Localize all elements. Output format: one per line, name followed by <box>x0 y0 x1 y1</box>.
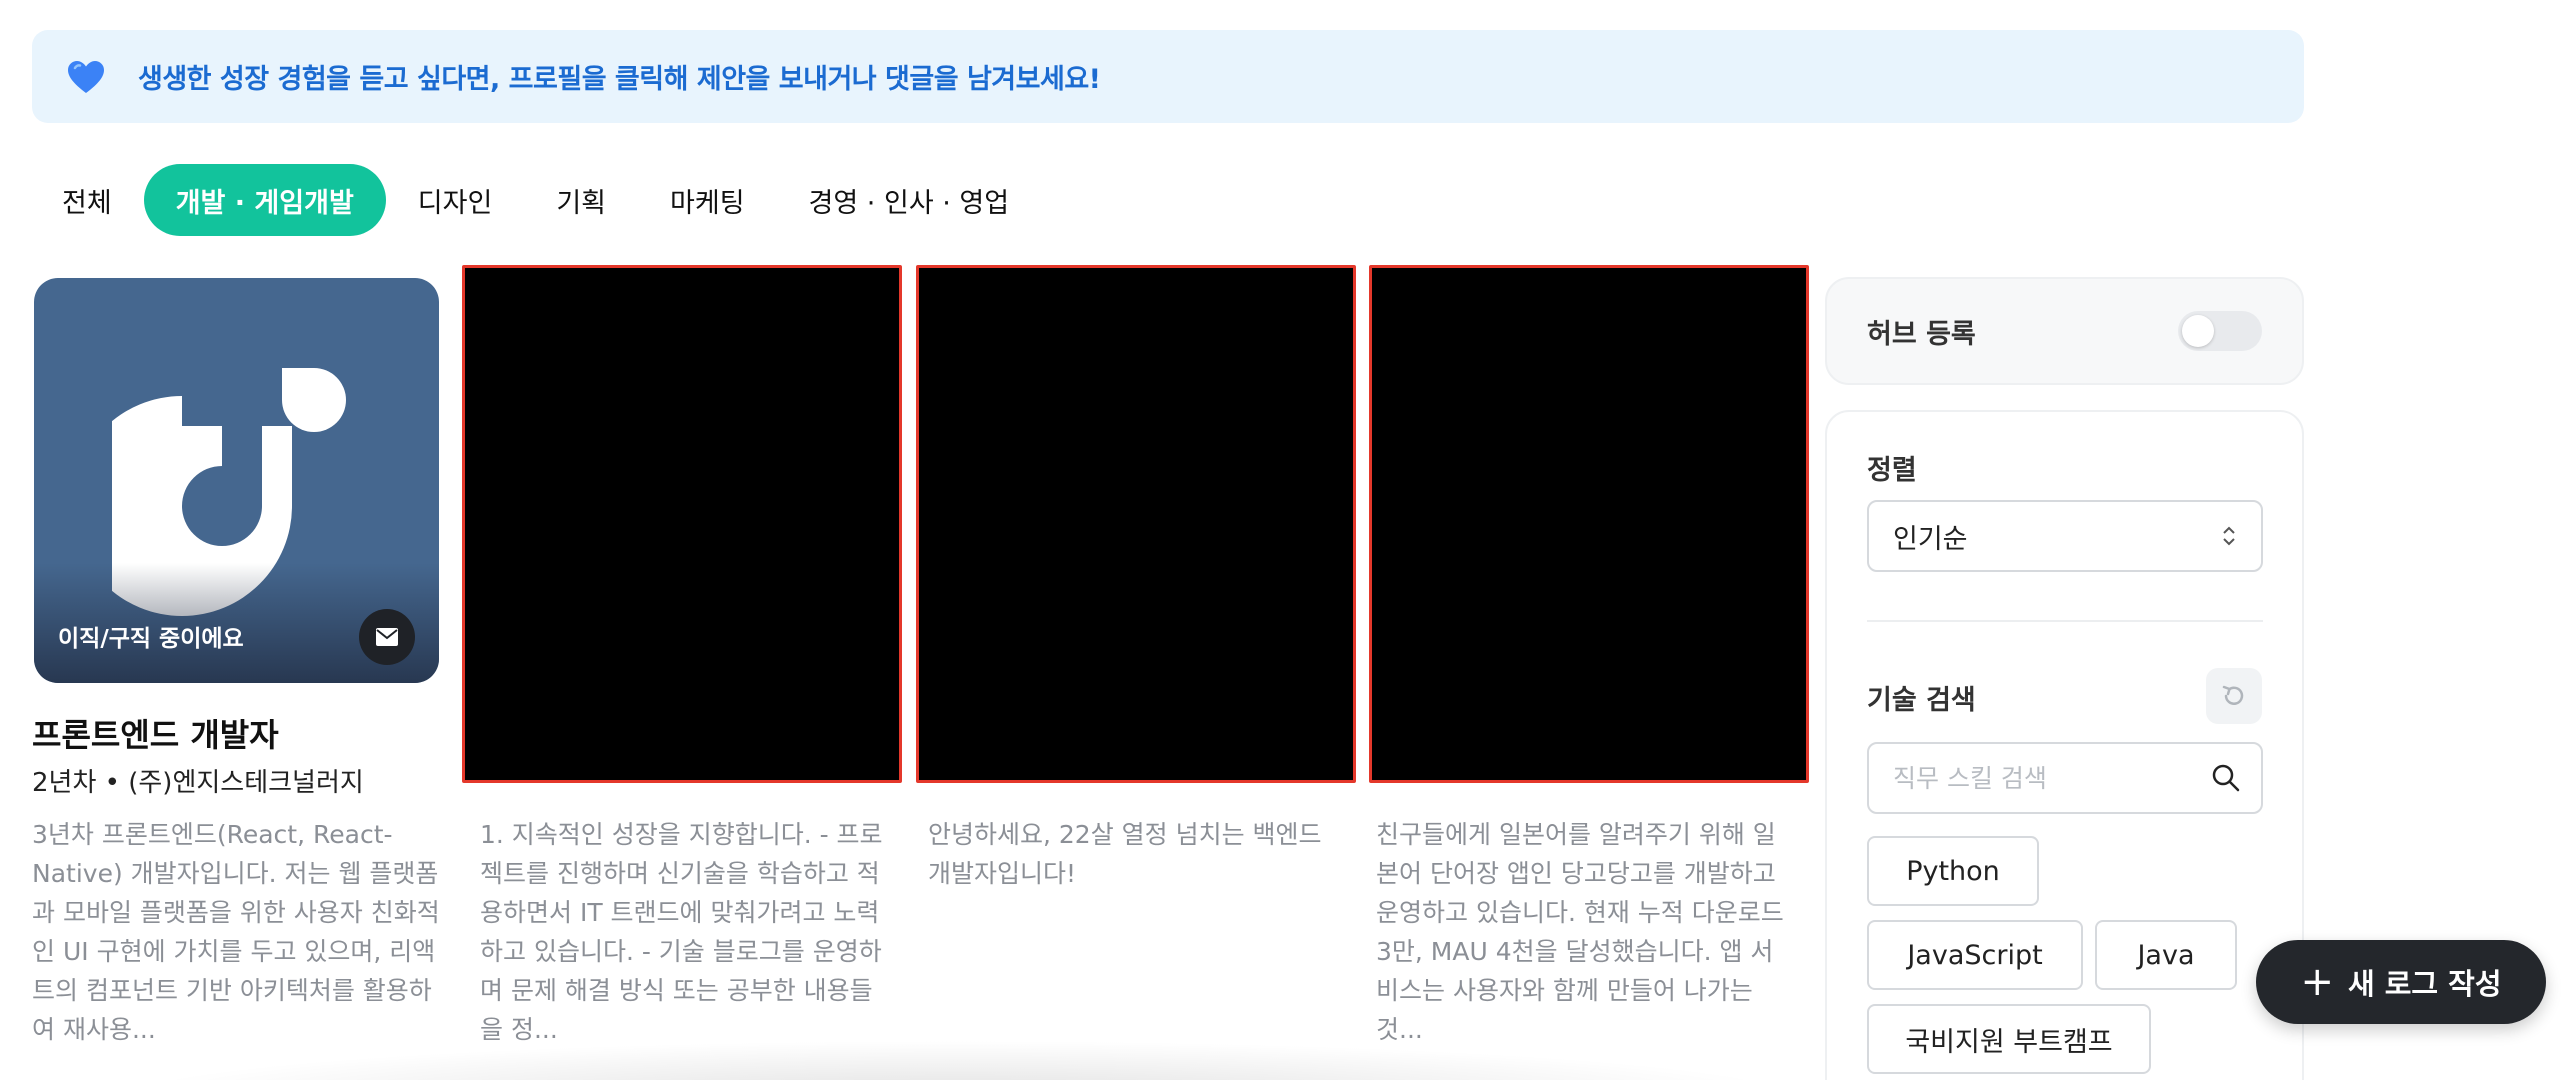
card-description: 친구들에게 일본어를 알려주기 위해 일본어 단어장 앱인 당고당고를 개발하고… <box>1376 820 1784 1044</box>
toggle-knob <box>2182 315 2214 347</box>
profile-card-image[interactable]: 이직/구직 중이에요 <box>34 278 439 683</box>
card-description: 안녕하세요, 22살 열정 넘치는 백엔드 개발자입니다! <box>928 820 1322 888</box>
heart-icon <box>68 60 104 93</box>
skill-search-field <box>1867 742 2263 814</box>
sort-title: 정렬 <box>1867 455 1917 486</box>
skill-search-input[interactable] <box>1893 763 2211 793</box>
skill-chip-javascript[interactable]: JavaScript <box>1867 920 2083 990</box>
profile-card-image[interactable] <box>916 265 1356 783</box>
tab-planning[interactable]: 기획 <box>524 164 638 236</box>
hub-register-label: 허브 등록 <box>1867 318 1976 350</box>
card-subtitle: 2년차 • (주)엔지스테크널러지 <box>32 768 364 798</box>
skill-chip-python[interactable]: Python <box>1867 836 2039 906</box>
chevron-up-down-icon <box>2223 526 2235 546</box>
mail-icon <box>376 628 398 646</box>
tab-marketing[interactable]: 마케팅 <box>638 164 777 236</box>
hub-register-toggle[interactable] <box>2178 311 2262 351</box>
new-log-label: 새 로그 작성 <box>2347 967 2502 1001</box>
profile-card-image[interactable] <box>462 265 902 783</box>
skill-chip-bootcamp[interactable]: 국비지원 부트캠프 <box>1867 1004 2151 1074</box>
banner-message: 생생한 성장 경험을 듣고 싶다면, 프로필을 클릭해 제안을 보내거나 댓글을… <box>138 64 1101 95</box>
send-message-button[interactable] <box>359 609 415 665</box>
card-title[interactable]: 프론트엔드 개발자 <box>32 710 279 756</box>
hub-register-panel: 허브 등록 <box>1825 277 2304 385</box>
sort-selected-value: 인기순 <box>1893 523 1968 555</box>
search-icon[interactable] <box>2211 763 2241 793</box>
new-log-button[interactable]: + 새 로그 작성 <box>2256 940 2546 1024</box>
card-description: 1. 지속적인 성장을 지향합니다. - 프로젝트를 진행하며 신기술을 학습하… <box>480 820 883 1044</box>
tab-management[interactable]: 경영 · 인사 · 영업 <box>777 164 1042 236</box>
section-divider <box>1867 620 2263 622</box>
tab-design[interactable]: 디자인 <box>386 164 525 236</box>
info-banner: 생생한 성장 경험을 듣고 싶다면, 프로필을 클릭해 제안을 보내거나 댓글을… <box>32 30 2304 123</box>
card-description: 3년차 프론트엔드(React, React-Native) 개발자입니다. 저… <box>32 820 440 1044</box>
sort-select[interactable]: 인기순 <box>1867 500 2263 572</box>
filter-panel: 정렬 인기순 기술 검색 Python JavaScript Java 국비지원… <box>1825 410 2304 1080</box>
refresh-icon <box>2222 685 2244 705</box>
tab-development[interactable]: 개발 · 게임개발 <box>143 164 386 236</box>
skill-chip-java[interactable]: Java <box>2095 920 2237 990</box>
tab-all[interactable]: 전체 <box>32 164 144 236</box>
category-tabs: 전체 개발 · 게임개발 디자인 기획 마케팅 경영 · 인사 · 영업 <box>32 164 1041 236</box>
job-status-label: 이직/구직 중이에요 <box>58 626 244 652</box>
skill-search-title: 기술 검색 <box>1867 685 1976 716</box>
plus-icon: + <box>2300 959 2334 1005</box>
profile-card-image[interactable] <box>1369 265 1809 783</box>
reset-filter-button[interactable] <box>2206 668 2262 724</box>
